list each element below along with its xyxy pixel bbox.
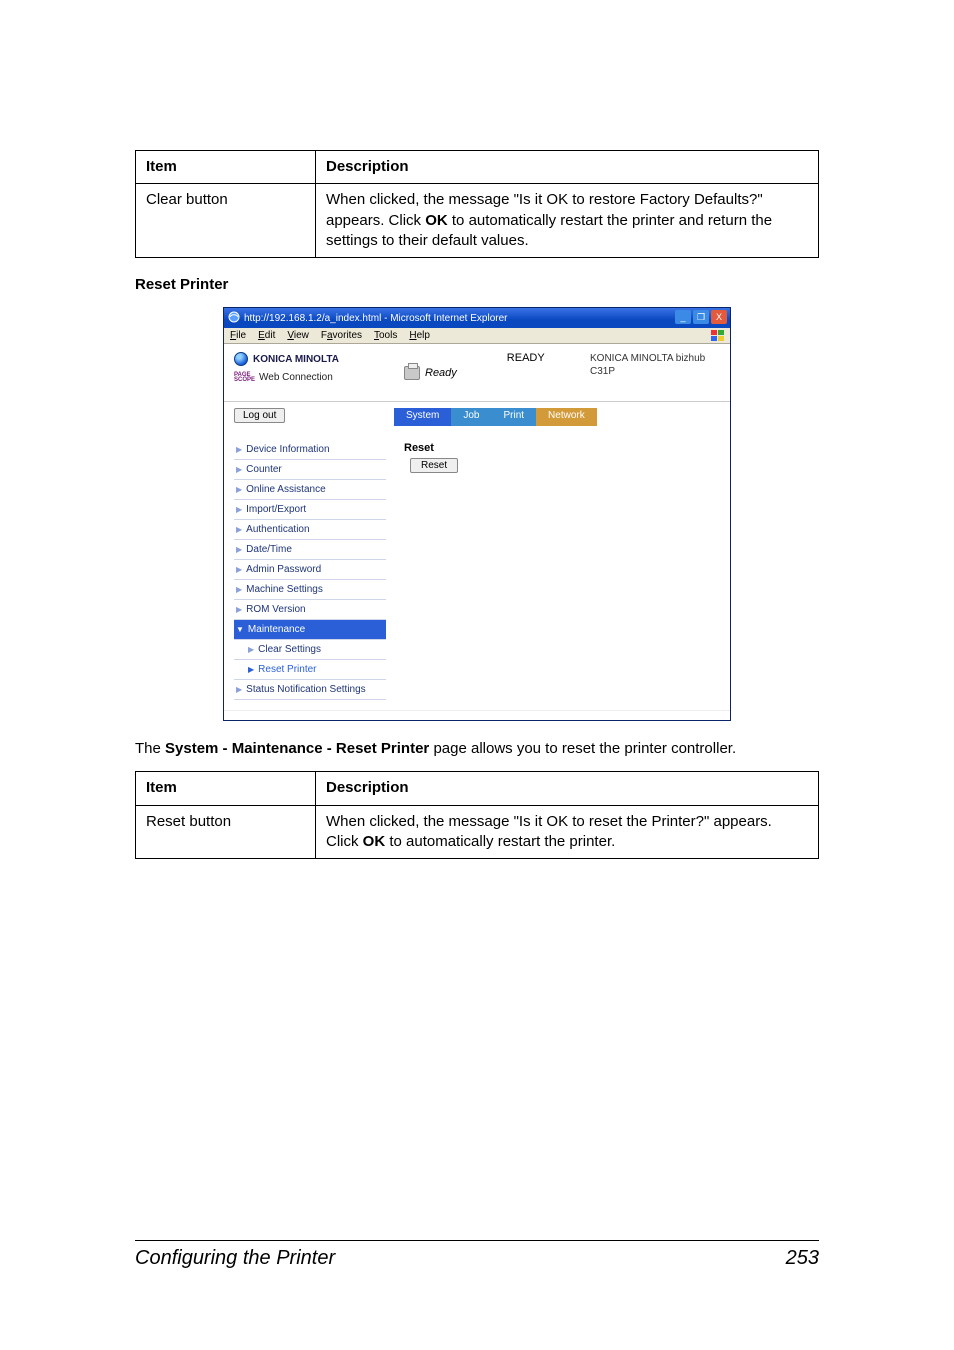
sidebar-item-reset-printer[interactable]: ▶Reset Printer	[234, 660, 386, 680]
model-info: KONICA MINOLTA bizhub C31P	[580, 344, 730, 401]
menu-help[interactable]: Help	[409, 330, 430, 341]
sidebar-item-machine-settings[interactable]: ▶Machine Settings	[234, 580, 386, 600]
window-titlebar: http://192.168.1.2/a_index.html - Micros…	[224, 308, 730, 328]
window-close-button[interactable]: X	[711, 310, 727, 324]
sidebar-item-counter[interactable]: ▶Counter	[234, 460, 386, 480]
pagescope-icon: PAGESCOPE	[234, 373, 255, 381]
tab-job[interactable]: Job	[451, 408, 491, 426]
nav-tabs: System Job Print Network	[394, 402, 730, 436]
table1-cell-item: Clear button	[136, 184, 316, 258]
brand-area: KONICA MINOLTA PAGESCOPE Web Connection	[224, 344, 394, 401]
printer-icon	[404, 366, 420, 380]
window-maximize-button[interactable]: ❐	[693, 310, 709, 324]
ready-indicator: Ready	[404, 352, 457, 393]
body-paragraph: The System - Maintenance - Reset Printer…	[135, 739, 819, 759]
table1-header-desc: Description	[316, 151, 819, 184]
menu-edit[interactable]: Edit	[258, 330, 275, 341]
ie-icon	[228, 311, 240, 326]
table2-header-desc: Description	[316, 772, 819, 805]
logout-button[interactable]: Log out	[234, 408, 285, 423]
table1-cell-desc: When clicked, the message "Is it OK to r…	[316, 184, 819, 258]
globe-icon	[234, 352, 248, 366]
header-band: KONICA MINOLTA PAGESCOPE Web Connection …	[224, 344, 730, 402]
page-footer: Configuring the Printer 253	[135, 1240, 819, 1270]
tab-print[interactable]: Print	[491, 408, 536, 426]
status-area: Ready READY	[394, 344, 580, 401]
pane-title: Reset	[404, 442, 720, 454]
menu-favorites[interactable]: Favorites	[321, 330, 362, 341]
windows-flag-icon	[710, 329, 726, 343]
table-clear-button: Item Description Clear button When click…	[135, 150, 819, 258]
table2-cell-item: Reset button	[136, 805, 316, 859]
content-pane: Reset Reset	[394, 436, 730, 710]
tab-network[interactable]: Network	[536, 408, 597, 426]
sidebar-item-online-assistance[interactable]: ▶Online Assistance	[234, 480, 386, 500]
sidebar-item-rom-version[interactable]: ▶ROM Version	[234, 600, 386, 620]
table2-cell-desc: When clicked, the message "Is it OK to r…	[316, 805, 819, 859]
sidebar-item-authentication[interactable]: ▶Authentication	[234, 520, 386, 540]
ready-status-text: READY	[507, 352, 545, 393]
brand-logo: KONICA MINOLTA	[234, 352, 386, 366]
table1-header-item: Item	[136, 151, 316, 184]
table2-header-item: Item	[136, 772, 316, 805]
brand-name: KONICA MINOLTA	[253, 354, 339, 365]
table-reset-button: Item Description Reset button When click…	[135, 771, 819, 859]
menu-file[interactable]: File	[230, 330, 246, 341]
footer-page-number: 253	[786, 1247, 819, 1270]
sidebar-item-date-time[interactable]: ▶Date/Time	[234, 540, 386, 560]
status-bar	[224, 710, 730, 720]
sidebar-item-admin-password[interactable]: ▶Admin Password	[234, 560, 386, 580]
tab-system[interactable]: System	[394, 408, 451, 426]
footer-title: Configuring the Printer	[135, 1247, 335, 1270]
browser-menubar: File Edit View Favorites Tools Help	[224, 328, 730, 344]
sidebar-item-maintenance[interactable]: ▼Maintenance	[234, 620, 386, 640]
sidebar-item-status-notification[interactable]: ▶Status Notification Settings	[234, 680, 386, 700]
subheader-row: Log out System Job Print Network	[224, 402, 730, 436]
sidebar-item-import-export[interactable]: ▶Import/Export	[234, 500, 386, 520]
menu-view[interactable]: View	[287, 330, 309, 341]
reset-button[interactable]: Reset	[410, 458, 458, 473]
sidebar: ▶Device Information ▶Counter ▶Online Ass…	[224, 436, 394, 710]
sidebar-item-clear-settings[interactable]: ▶Clear Settings	[234, 640, 386, 660]
browser-window: http://192.168.1.2/a_index.html - Micros…	[223, 307, 731, 721]
section-title-reset-printer: Reset Printer	[135, 276, 819, 293]
page: Item Description Clear button When click…	[0, 0, 954, 1350]
menu-tools[interactable]: Tools	[374, 330, 397, 341]
sidebar-item-device-info[interactable]: ▶Device Information	[234, 440, 386, 460]
window-minimize-button[interactable]: _	[675, 310, 691, 324]
web-connection-label: PAGESCOPE Web Connection	[234, 372, 386, 383]
main-area: ▶Device Information ▶Counter ▶Online Ass…	[224, 436, 730, 710]
screenshot-container: http://192.168.1.2/a_index.html - Micros…	[135, 307, 819, 721]
window-title: http://192.168.1.2/a_index.html - Micros…	[244, 313, 507, 324]
